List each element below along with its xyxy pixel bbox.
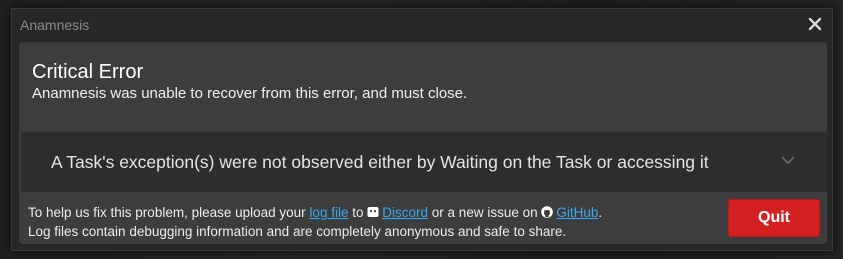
error-header: Critical Error Anamnesis was unable to r… bbox=[32, 60, 467, 104]
window-title: Anamnesis bbox=[20, 17, 90, 33]
discord-link[interactable]: Discord bbox=[367, 205, 428, 220]
github-link[interactable]: GitHub bbox=[541, 205, 598, 220]
github-icon bbox=[541, 206, 554, 218]
exception-expander[interactable]: A Task's exception(s) were not observed … bbox=[21, 132, 827, 192]
discord-icon bbox=[367, 207, 379, 217]
error-dialog: Anamnesis Critical Error Anamnesis was u… bbox=[11, 8, 833, 251]
close-button[interactable] bbox=[806, 15, 824, 33]
help-footer: To help us fix this problem, please uplo… bbox=[28, 203, 602, 241]
chevron-down-icon[interactable] bbox=[781, 155, 795, 165]
help-text-issue: or a new issue on bbox=[431, 205, 538, 220]
exception-message: A Task's exception(s) were not observed … bbox=[51, 152, 709, 172]
help-line-1: To help us fix this problem, please uplo… bbox=[28, 203, 602, 222]
title-bar: Anamnesis bbox=[12, 9, 832, 41]
discord-link-label: Discord bbox=[382, 205, 429, 220]
error-title: Critical Error bbox=[32, 61, 144, 83]
dialog-content: Critical Error Anamnesis was unable to r… bbox=[19, 42, 827, 244]
error-subtitle: Anamnesis was unable to recover from thi… bbox=[32, 85, 468, 102]
help-text-to: to bbox=[352, 205, 364, 220]
log-file-link[interactable]: log file bbox=[309, 205, 348, 220]
help-text-period: . bbox=[598, 205, 603, 220]
help-line-2: Log files contain debugging information … bbox=[28, 224, 567, 239]
close-icon bbox=[808, 17, 822, 31]
help-text-prefix: To help us fix this problem, please uplo… bbox=[28, 205, 306, 220]
github-link-label: GitHub bbox=[556, 205, 599, 220]
quit-button[interactable]: Quit bbox=[728, 199, 820, 237]
